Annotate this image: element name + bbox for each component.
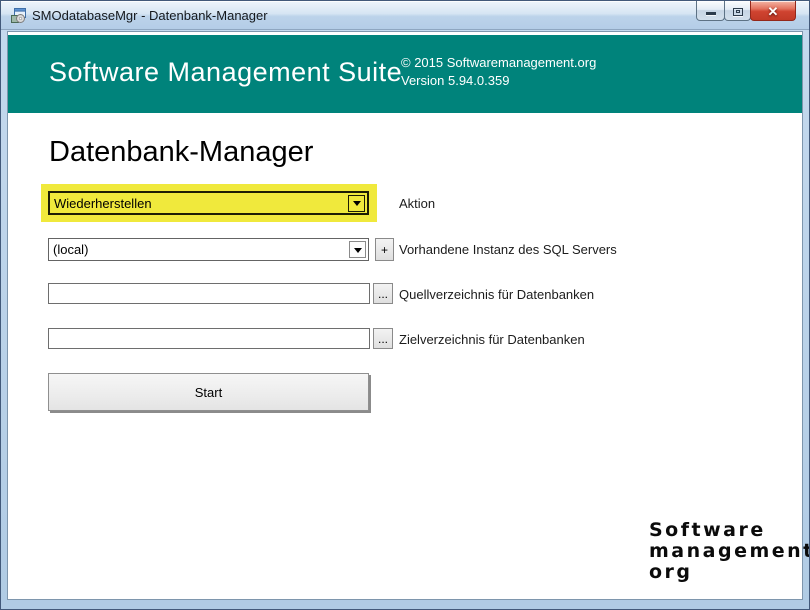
logo-line-2: management <box>649 541 810 562</box>
action-dropdown-value: Wiederherstellen <box>50 196 348 211</box>
window-controls: ✕ <box>696 1 796 21</box>
window-title: SMOdatabaseMgr - Datenbank-Manager <box>32 8 268 23</box>
minimize-button[interactable] <box>696 1 725 21</box>
action-dropdown-arrow[interactable] <box>348 195 365 212</box>
sql-instance-dropdown[interactable]: (local) <box>48 238 369 261</box>
sql-instance-dropdown-value: (local) <box>49 242 349 257</box>
start-button[interactable]: Start <box>48 373 369 411</box>
source-browse-button[interactable]: ... <box>373 283 393 304</box>
copyright-text: © 2015 Softwaremanagement.org <box>401 55 596 70</box>
minimize-icon <box>706 12 716 15</box>
target-directory-label: Zielverzeichnis für Datenbanken <box>399 332 585 347</box>
app-window: SMOdatabaseMgr - Datenbank-Manager ✕ Sof… <box>0 0 810 610</box>
chevron-down-icon <box>354 248 362 253</box>
target-browse-button[interactable]: ... <box>373 328 393 349</box>
title-bar[interactable]: SMOdatabaseMgr - Datenbank-Manager ✕ <box>1 1 809 30</box>
page-title: Datenbank-Manager <box>49 136 313 169</box>
softwaremanagement-logo: Software management org <box>649 520 810 583</box>
add-instance-button[interactable]: + <box>375 238 394 261</box>
target-directory-input[interactable] <box>48 328 370 349</box>
action-dropdown[interactable]: Wiederherstellen <box>48 191 369 215</box>
action-label: Aktion <box>399 196 435 211</box>
installer-app-icon <box>10 7 27 24</box>
sql-instance-label: Vorhandene Instanz des SQL Servers <box>399 242 617 257</box>
suite-title: Software Management Suite <box>49 57 402 88</box>
sql-instance-dropdown-arrow[interactable] <box>349 241 366 258</box>
source-directory-label: Quellverzeichnis für Datenbanken <box>399 287 594 302</box>
logo-line-3: org <box>649 562 810 583</box>
close-button[interactable]: ✕ <box>750 1 796 21</box>
chevron-down-icon <box>353 201 361 206</box>
maximize-button[interactable] <box>724 1 751 21</box>
source-directory-input[interactable] <box>48 283 370 304</box>
close-icon: ✕ <box>768 5 779 18</box>
logo-line-1: Software <box>649 520 810 541</box>
suite-header: Software Management Suite © 2015 Softwar… <box>8 35 802 113</box>
window-content: Software Management Suite © 2015 Softwar… <box>7 31 803 600</box>
maximize-icon <box>733 8 743 16</box>
version-text: Version 5.94.0.359 <box>401 73 509 88</box>
